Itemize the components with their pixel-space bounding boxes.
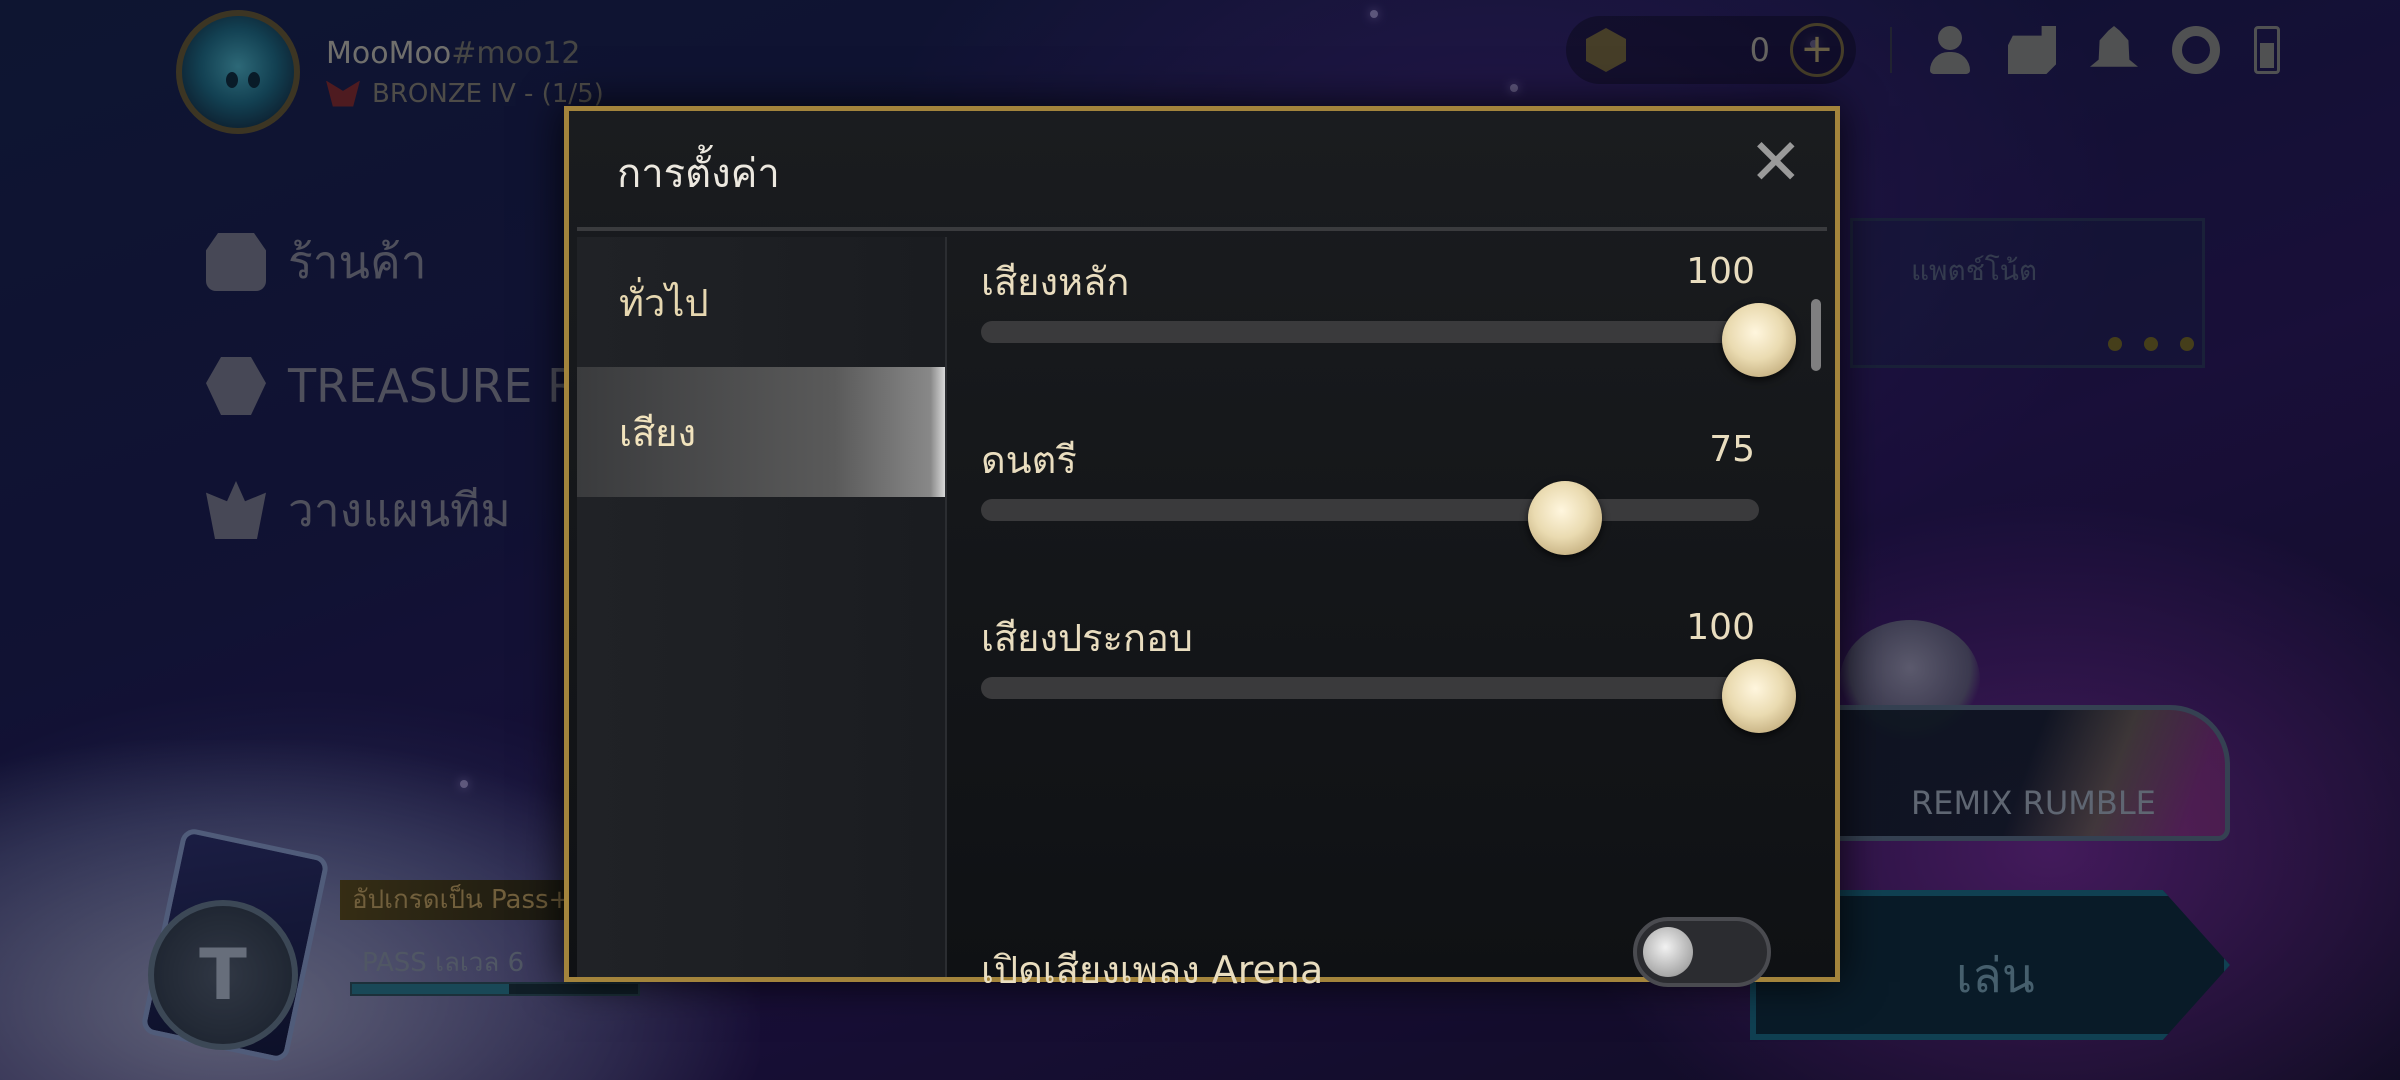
close-button[interactable]: ✕: [1749, 131, 1803, 195]
sfx-volume-label: เสียงประกอบ: [981, 616, 1193, 660]
master-volume-slider[interactable]: [981, 321, 1759, 343]
settings-modal: การตั้งค่า ✕ ทั่วไป เสียง เสียงหลัก 100 …: [564, 106, 1840, 992]
arena-music-toggle[interactable]: [1633, 917, 1771, 987]
master-volume-value: 100: [1686, 251, 1755, 292]
music-volume-slider[interactable]: [981, 499, 1759, 521]
settings-scrollbar[interactable]: [1811, 299, 1821, 371]
tab-label: ทั่วไป: [619, 280, 709, 325]
music-volume-label: ดนตรี: [981, 438, 1077, 482]
music-volume-value: 75: [1709, 429, 1755, 470]
sfx-volume-slider[interactable]: [981, 677, 1759, 699]
arena-music-label: เปิดเสียงเพลง Arena: [981, 948, 1324, 992]
tab-general[interactable]: ทั่วไป: [577, 237, 945, 367]
master-volume-label: เสียงหลัก: [981, 260, 1130, 304]
tab-sound[interactable]: เสียง: [577, 367, 945, 497]
modal-title: การตั้งค่า: [617, 151, 780, 197]
sfx-volume-knob[interactable]: [1722, 659, 1796, 733]
modal-divider: [577, 227, 1827, 231]
toggle-thumb: [1643, 927, 1693, 977]
master-volume-knob[interactable]: [1722, 303, 1796, 377]
sound-settings-panel: เสียงหลัก 100 ดนตรี 75 เสียงประกอบ 100 เ…: [981, 251, 1796, 992]
tab-label: เสียง: [619, 410, 697, 455]
music-volume-knob[interactable]: [1527, 481, 1602, 555]
sfx-volume-value: 100: [1686, 607, 1755, 648]
settings-tabs: ทั่วไป เสียง: [577, 237, 947, 977]
